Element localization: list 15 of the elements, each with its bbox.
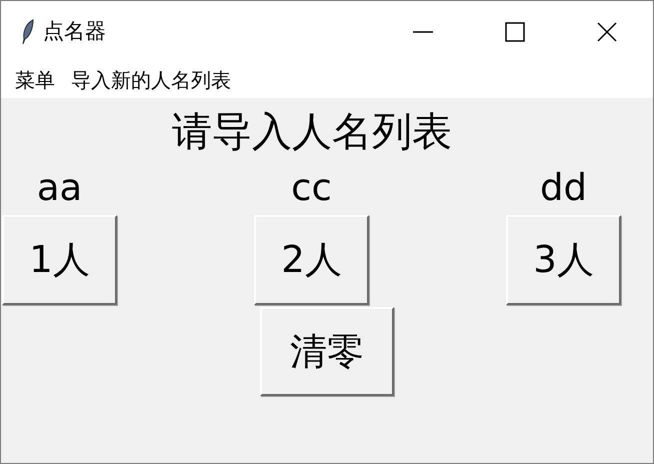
feather-icon	[21, 18, 35, 44]
maximize-icon	[505, 22, 525, 42]
count-button[interactable]: 2人	[254, 214, 369, 305]
heading: 请导入人名列表	[172, 108, 452, 156]
close-icon	[597, 22, 617, 42]
count-button[interactable]: 3人	[506, 214, 621, 305]
clear-button[interactable]: 清零	[260, 306, 394, 396]
name-label: dd	[540, 168, 587, 209]
minimize-icon	[413, 30, 433, 32]
menu-item[interactable]: 菜单	[9, 65, 61, 95]
name-label: aa	[36, 168, 82, 209]
count-button[interactable]: 1人	[2, 214, 117, 305]
menu-item[interactable]: 导入新的人名列表	[65, 65, 237, 95]
name-label: cc	[291, 168, 332, 209]
window-title: 点名器	[43, 18, 106, 45]
